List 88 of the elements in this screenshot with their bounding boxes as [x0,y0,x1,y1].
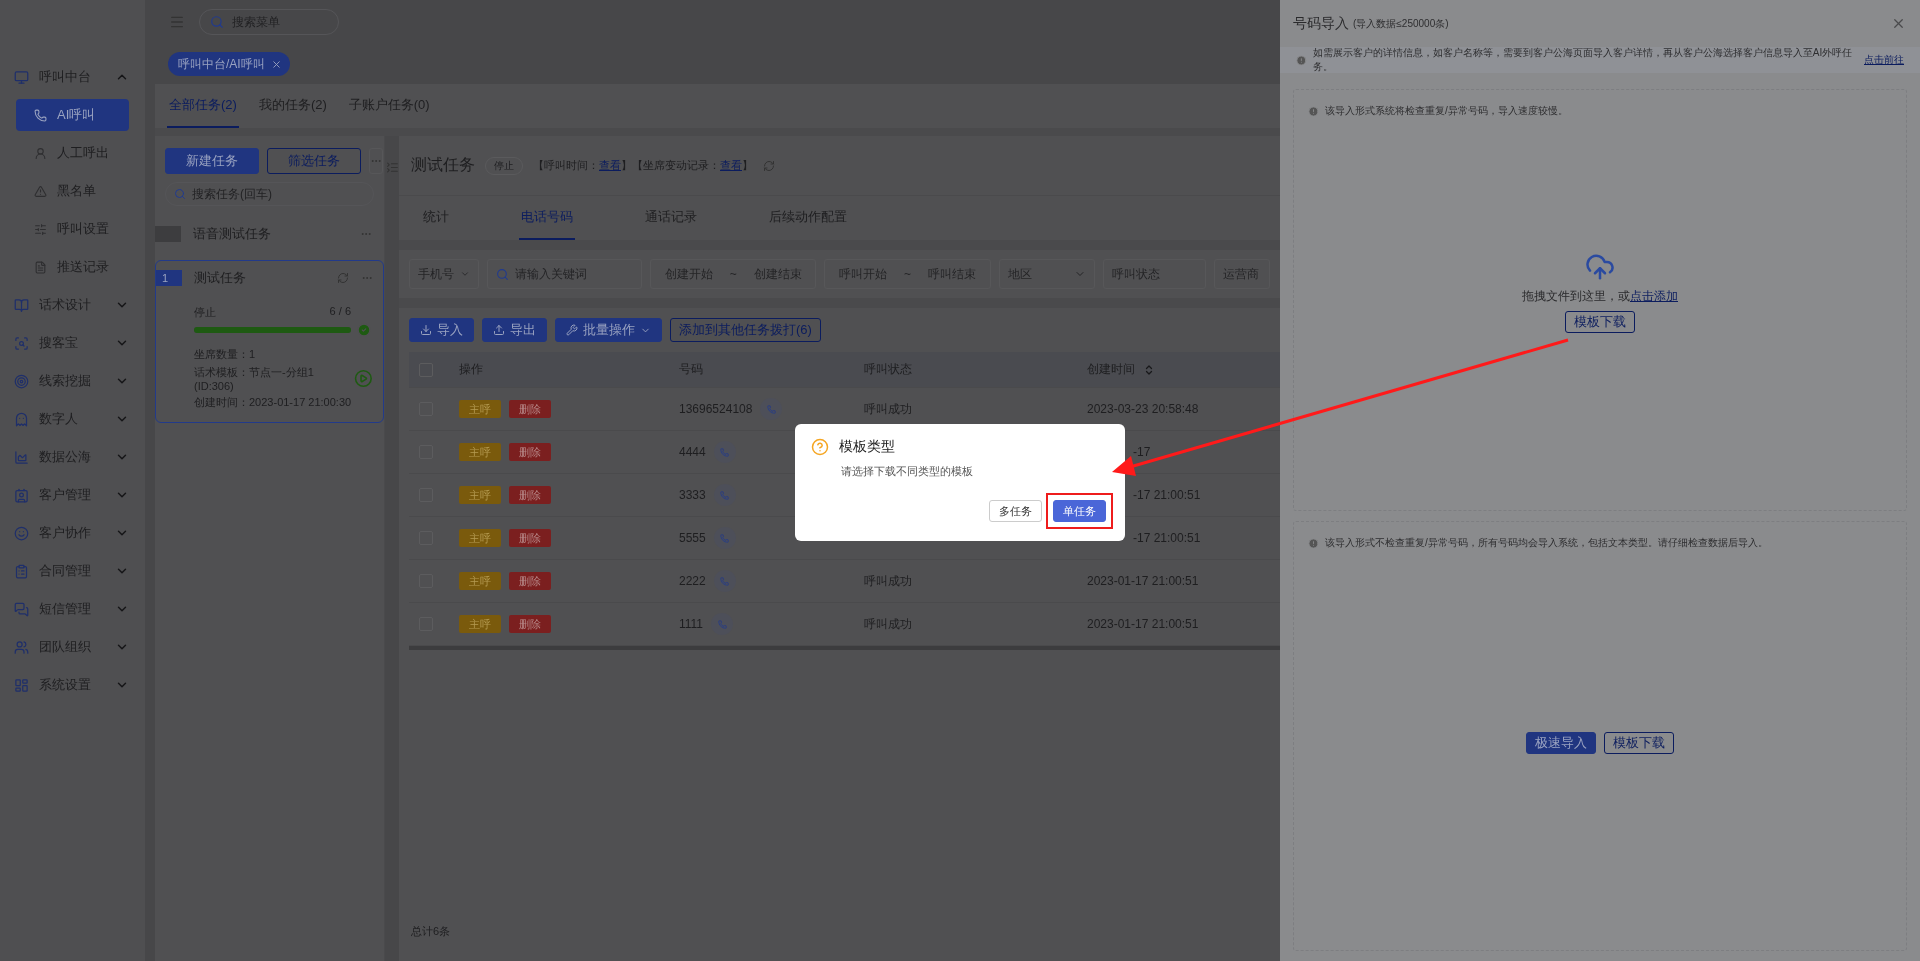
close-icon[interactable] [1891,16,1906,31]
range-separator: ~ [729,267,737,281]
call-button[interactable]: 主呼 [459,529,501,547]
tab[interactable]: 全部任务(2) [167,84,239,128]
sidebar-item[interactable]: AI呼叫 [16,99,129,131]
delete-button[interactable]: 删除 [509,443,551,461]
document-icon [34,260,47,274]
breadcrumb-tag[interactable]: 呼叫中台/AI呼叫 [168,52,290,76]
single-task-button[interactable]: 单任务 [1053,500,1106,522]
search-icon [174,188,186,200]
template-download-button[interactable]: 模板下载 [1604,732,1674,754]
fast-import-button[interactable]: 极速导入 [1526,732,1596,754]
contact-card-icon [14,487,29,503]
phone-icon[interactable] [713,484,736,506]
search-icon [210,15,224,29]
sort-icon[interactable] [1143,363,1155,376]
ghost-icon [14,411,29,427]
book-icon [14,297,29,313]
phone-icon[interactable] [713,527,736,549]
add-file-link[interactable]: 点击添加 [1630,288,1678,303]
number-badge: 1 [156,270,182,286]
dialog-title: 模板类型 [839,438,895,456]
phone-icon [34,108,47,122]
info-icon [1308,537,1319,549]
go-link[interactable]: 点击前往 [1864,53,1904,67]
drawer-subtitle: (导入数据≤250000条) [1353,16,1450,31]
monitor-icon [14,69,29,85]
meta-bracket: 】 [621,159,632,171]
note-text: 该导入形式系统将检查重复/异常号码，导入速度较慢。 [1325,104,1568,118]
filter-task-button[interactable]: 筛选任务 [267,148,361,174]
view-link[interactable]: 查看 [599,159,621,171]
close-icon[interactable] [270,58,282,70]
phone-icon[interactable] [713,441,736,463]
note-text: 该导入形式不检查重复/异常号码，所有号码均会导入系统，包括文本类型。请仔细检查数据后导入。 [1325,536,1768,550]
call-button[interactable]: 主呼 [459,615,501,633]
collapse-icon[interactable] [385,161,399,174]
smile-icon [14,525,29,541]
upload-area[interactable]: 该导入形式系统将检查重复/异常号码，导入速度较慢。 拖拽文件到这里，或点击添加 模板下载 [1293,89,1907,511]
toolbar-button[interactable]: 导出 [482,318,547,342]
drawer-title: 号码导入 [1293,14,1349,33]
new-task-button[interactable]: 新建任务 [165,148,259,174]
range-separator: ~ [904,267,912,281]
upload-icon [493,324,505,336]
dashboard-icon [14,677,29,693]
target-icon [14,373,29,389]
toolbar-button[interactable]: 导入 [409,318,474,342]
toolbar-button[interactable]: 批量操作 [555,318,662,342]
wrench-icon [566,324,578,336]
cloud-upload-icon [1585,251,1615,282]
multi-task-button[interactable]: 多任务 [989,500,1042,522]
info-icon [1308,105,1319,117]
view-link[interactable]: 查看 [720,159,742,171]
question-icon [811,438,829,456]
search-icon [496,267,509,281]
play-icon[interactable] [354,369,373,388]
phone-icon[interactable] [713,570,736,592]
phone-icon[interactable] [760,398,783,420]
chart-icon [14,449,29,465]
tab[interactable]: 电话号码 [519,196,575,240]
users-icon [14,639,29,655]
chat-icon [14,601,29,617]
dialog-message: 请选择下载不同类型的模板 [841,464,974,479]
warning-icon [34,184,47,198]
search-icon [14,335,29,351]
call-button[interactable]: 主呼 [459,400,501,418]
call-button[interactable]: 主呼 [459,443,501,461]
toolbar-button[interactable]: 添加到其他任务拨打(6) [670,318,821,342]
call-button[interactable]: 主呼 [459,486,501,504]
delete-button[interactable]: 删除 [509,572,551,590]
template-download-button[interactable]: 模板下载 [1565,310,1635,333]
drop-hint: 拖拽文件到这里，或点击添加 [1522,287,1678,305]
check-icon [357,323,371,337]
sliders-icon [34,222,47,236]
refresh-icon[interactable] [763,159,775,172]
delete-button[interactable]: 删除 [509,529,551,547]
person-icon [34,146,47,160]
delete-button[interactable]: 删除 [509,615,551,633]
phone-icon[interactable] [711,613,734,635]
info-icon [1296,54,1307,66]
more-button[interactable] [369,148,383,174]
delete-button[interactable]: 删除 [509,400,551,418]
call-button[interactable]: 主呼 [459,572,501,590]
clipboard-icon [14,563,29,579]
refresh-icon[interactable] [337,272,349,284]
download-icon [420,324,432,336]
delete-button[interactable]: 删除 [509,486,551,504]
meta-bracket: 】 [742,159,753,171]
notice-text: 如需展示客户的详情信息，如客户名称等，需要到客户公海页面导入客户详情，再从客户公海选择客户信息导入至AI外呼任务。 [1312,46,1854,74]
